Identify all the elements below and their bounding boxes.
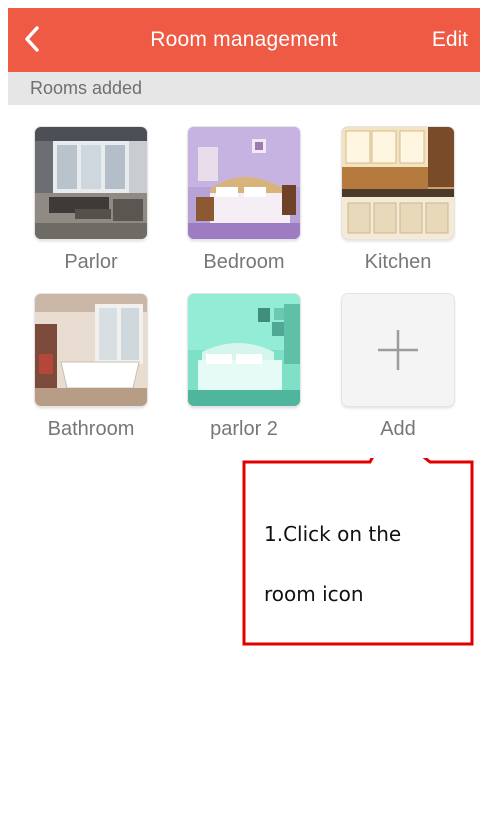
section-title: Rooms added <box>30 78 143 98</box>
add-room-tile[interactable]: Add <box>339 294 457 441</box>
page-title: Room management <box>150 28 338 51</box>
room-tile-parlor-2[interactable]: parlor 2 <box>185 294 303 441</box>
kitchen-photo <box>342 127 454 239</box>
instruction-callout: 1.Click on the room icon <box>242 458 475 646</box>
plus-icon <box>378 330 418 370</box>
room-label: Parlor <box>64 251 118 273</box>
add-room-label: Add <box>380 418 416 440</box>
room-tile-bathroom[interactable]: Bathroom <box>32 294 150 441</box>
living-room-photo <box>35 127 147 239</box>
app-screen: Room management Edit Rooms added Parlor … <box>8 0 480 819</box>
room-tile-bedroom[interactable]: Bedroom <box>185 127 303 274</box>
callout-line-2: room icon <box>264 582 364 606</box>
bathroom-photo <box>35 294 147 406</box>
room-label: Bathroom <box>47 418 135 440</box>
callout-line-1: 1.Click on the <box>264 522 402 546</box>
header-bar: Room management Edit <box>8 8 480 72</box>
edit-button[interactable]: Edit <box>432 28 468 52</box>
room-label: parlor 2 <box>210 418 278 440</box>
section-header: Rooms added <box>8 72 480 105</box>
room-label: Kitchen <box>364 251 432 273</box>
bedroom-teal-photo <box>188 294 300 406</box>
room-tile-kitchen[interactable]: Kitchen <box>339 127 457 274</box>
room-tile-parlor[interactable]: Parlor <box>32 127 150 274</box>
bedroom-photo <box>188 127 300 239</box>
add-room-button[interactable] <box>342 294 454 406</box>
room-label: Bedroom <box>203 251 285 273</box>
